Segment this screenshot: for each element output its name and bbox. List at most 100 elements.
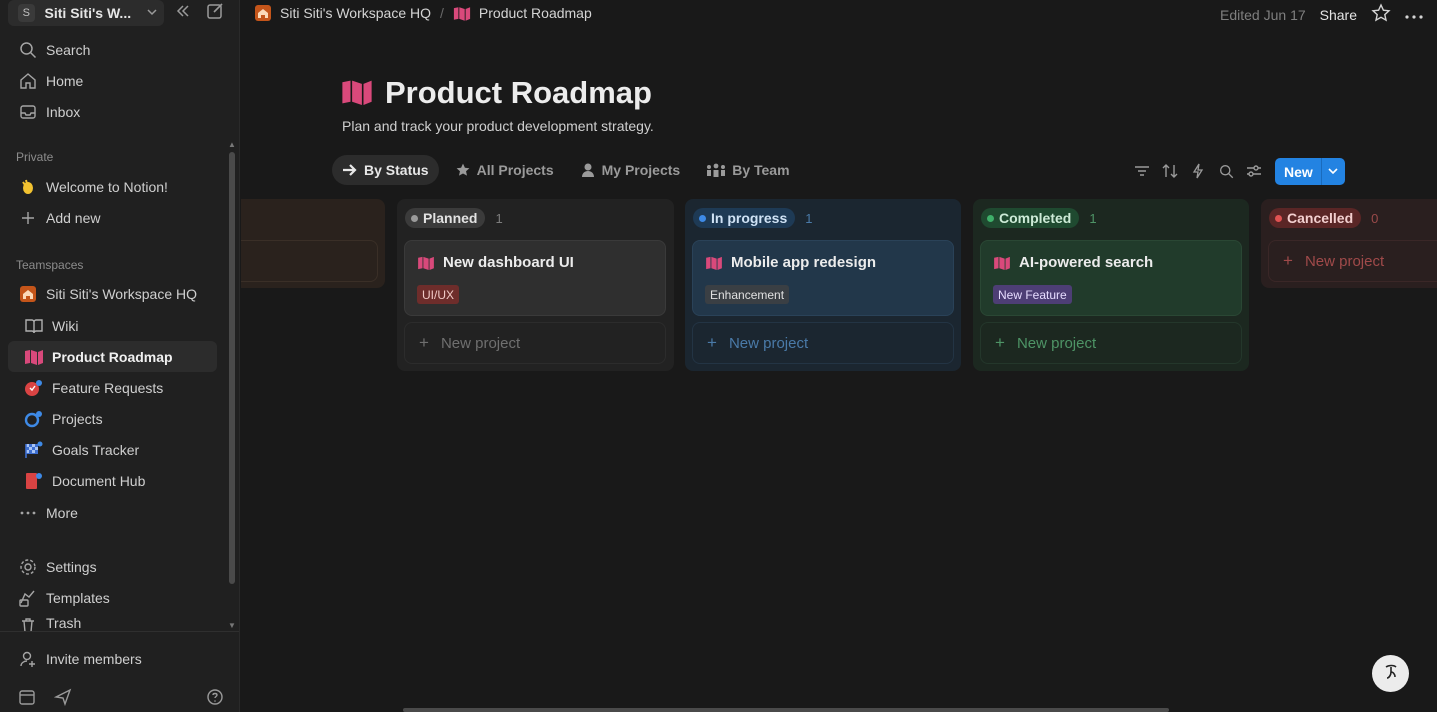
chevron-down-icon[interactable]	[146, 5, 158, 21]
column-count: 1	[1089, 210, 1097, 226]
sidebar-item-label: More	[46, 505, 78, 521]
workspace-name: Siti Siti's W...	[44, 5, 132, 21]
tab-label: All Projects	[476, 162, 554, 178]
new-button[interactable]: New	[1275, 158, 1322, 185]
page-title[interactable]: Product Roadmap	[385, 75, 652, 111]
help-icon[interactable]	[206, 688, 224, 709]
status-badge-in-progress[interactable]: In progress	[693, 208, 796, 228]
teamspace-house-icon	[18, 284, 38, 304]
new-project-label: New project	[1016, 334, 1097, 352]
board-column-planned: Planned 1 New dashboard UI UI/UX + New p…	[397, 199, 674, 371]
sidebar-item-product-roadmap[interactable]: Product Roadmap	[8, 341, 217, 372]
edited-timestamp: Edited Jun 17	[1220, 6, 1306, 23]
tab-label: My Projects	[601, 162, 681, 178]
sidebar-scroll-thumb[interactable]	[229, 152, 235, 584]
breadcrumb-page[interactable]: Product Roadmap	[453, 4, 592, 22]
sidebar-item-welcome[interactable]: Welcome to Notion!	[8, 173, 217, 201]
sidebar-item-feature-requests[interactable]: Feature Requests	[8, 374, 217, 402]
more-dots-icon	[18, 503, 38, 523]
sidebar-item-label: Add new	[46, 210, 101, 226]
star-icon[interactable]	[1371, 3, 1391, 26]
sidebar-item-home[interactable]: Home	[8, 67, 217, 95]
sidebar-item-label: Product Roadmap	[52, 348, 173, 365]
tab-by-status[interactable]: By Status	[332, 155, 439, 185]
status-badge-planned[interactable]: Planned	[405, 208, 486, 228]
breadcrumb-workspace[interactable]: Siti Siti's Workspace HQ	[254, 4, 431, 22]
sidebar: S Siti Siti's W... Search Home Inbox Pri…	[0, 0, 240, 712]
calendar-icon[interactable]	[18, 688, 36, 709]
sidebar-item-document-hub[interactable]: Document Hub	[8, 467, 217, 495]
sidebar-item-label: Goals Tracker	[52, 442, 140, 458]
share-button[interactable]: Share	[1320, 7, 1357, 23]
plus-icon	[18, 208, 38, 228]
new-project-button[interactable]: + New project	[980, 322, 1242, 364]
status-badge-cancelled[interactable]: Cancelled	[1269, 208, 1362, 228]
sidebar-item-label: Home	[46, 73, 84, 89]
page-roadmap-icon[interactable]	[340, 79, 374, 105]
sidebar-item-trash[interactable]: Trash	[8, 615, 217, 631]
project-card[interactable]: AI-powered search New Feature	[980, 240, 1242, 316]
tab-all-projects[interactable]: All Projects	[445, 155, 564, 185]
send-icon[interactable]	[53, 688, 72, 709]
sidebar-item-search[interactable]: Search	[8, 36, 217, 64]
sidebar-item-label: Feature Requests	[52, 380, 164, 396]
ai-assistant-button[interactable]	[1372, 655, 1409, 692]
sidebar-item-projects[interactable]: Projects	[8, 405, 217, 433]
status-badge-completed[interactable]: Completed	[981, 208, 1080, 228]
new-dropdown-button[interactable]	[1321, 158, 1345, 185]
status-label: In progress	[711, 210, 788, 226]
more-options-icon[interactable]	[1405, 7, 1423, 23]
sidebar-item-label: Templates	[46, 590, 110, 606]
invite-members-button[interactable]: Invite members	[8, 645, 217, 673]
star-filled-icon	[455, 162, 471, 178]
tab-my-projects[interactable]: My Projects	[570, 155, 691, 185]
sidebar-item-label: Search	[46, 42, 91, 58]
new-project-button[interactable]: + New project	[1268, 240, 1437, 282]
sidebar-item-more[interactable]: More	[8, 499, 217, 527]
sidebar-item-add-new[interactable]: Add new	[8, 204, 217, 232]
sidebar-item-goals-tracker[interactable]: Goals Tracker	[8, 436, 217, 464]
settings-sliders-icon[interactable]	[1246, 158, 1262, 184]
new-project-label: New project	[440, 334, 521, 352]
sidebar-item-templates[interactable]: Templates	[8, 584, 217, 612]
board-column-cancelled: Cancelled 0 + New project	[1261, 199, 1437, 288]
scroll-up-icon[interactable]: ▲	[228, 140, 236, 149]
sidebar-item-label: Inbox	[46, 104, 81, 120]
new-project-button[interactable]: + New project	[692, 322, 954, 364]
tab-by-team[interactable]: By Team	[696, 155, 799, 185]
sidebar-scrollbar[interactable]: ▲ ▼	[228, 140, 236, 630]
ai-face-icon	[1380, 661, 1402, 686]
status-label: Cancelled	[1287, 210, 1354, 226]
sidebar-item-inbox[interactable]: Inbox	[8, 98, 217, 126]
templates-icon	[18, 588, 38, 608]
automation-icon[interactable]	[1190, 158, 1206, 184]
filter-icon[interactable]	[1134, 158, 1150, 184]
plus-icon: +	[707, 333, 717, 352]
sidebar-item-label: Settings	[46, 559, 97, 575]
column-count: 0	[1371, 210, 1379, 226]
scroll-down-icon[interactable]: ▼	[228, 621, 236, 630]
project-card[interactable]: Mobile app redesign Enhancement	[692, 240, 954, 316]
new-page-icon[interactable]	[206, 2, 224, 23]
new-button-group: New	[1275, 158, 1345, 185]
sidebar-item-label: Siti Siti's Workspace HQ	[46, 286, 198, 302]
feature-request-icon	[24, 378, 44, 398]
sidebar-item-label: Invite members	[46, 651, 142, 667]
new-project-button[interactable]: + New project	[404, 322, 666, 364]
collapse-sidebar-icon[interactable]	[174, 2, 192, 23]
roadmap-map-icon	[417, 256, 435, 270]
status-label: Completed	[999, 210, 1072, 226]
projects-icon	[24, 409, 44, 429]
sidebar-item-teamspace[interactable]: Siti Siti's Workspace HQ	[8, 280, 217, 308]
private-section-label: Private	[16, 150, 54, 164]
sort-icon[interactable]	[1162, 158, 1178, 184]
project-card[interactable]: New dashboard UI UI/UX	[404, 240, 666, 316]
sidebar-item-wiki[interactable]: Wiki	[8, 312, 217, 340]
board-horizontal-scrollbar[interactable]	[403, 708, 1169, 712]
sidebar-item-settings[interactable]: Settings	[8, 553, 217, 581]
workspace-switcher[interactable]: S Siti Siti's W...	[8, 0, 234, 26]
search-icon[interactable]	[1218, 158, 1234, 184]
column-count: 1	[805, 210, 813, 226]
hidden-card[interactable]	[241, 240, 378, 282]
person-icon	[580, 162, 596, 178]
